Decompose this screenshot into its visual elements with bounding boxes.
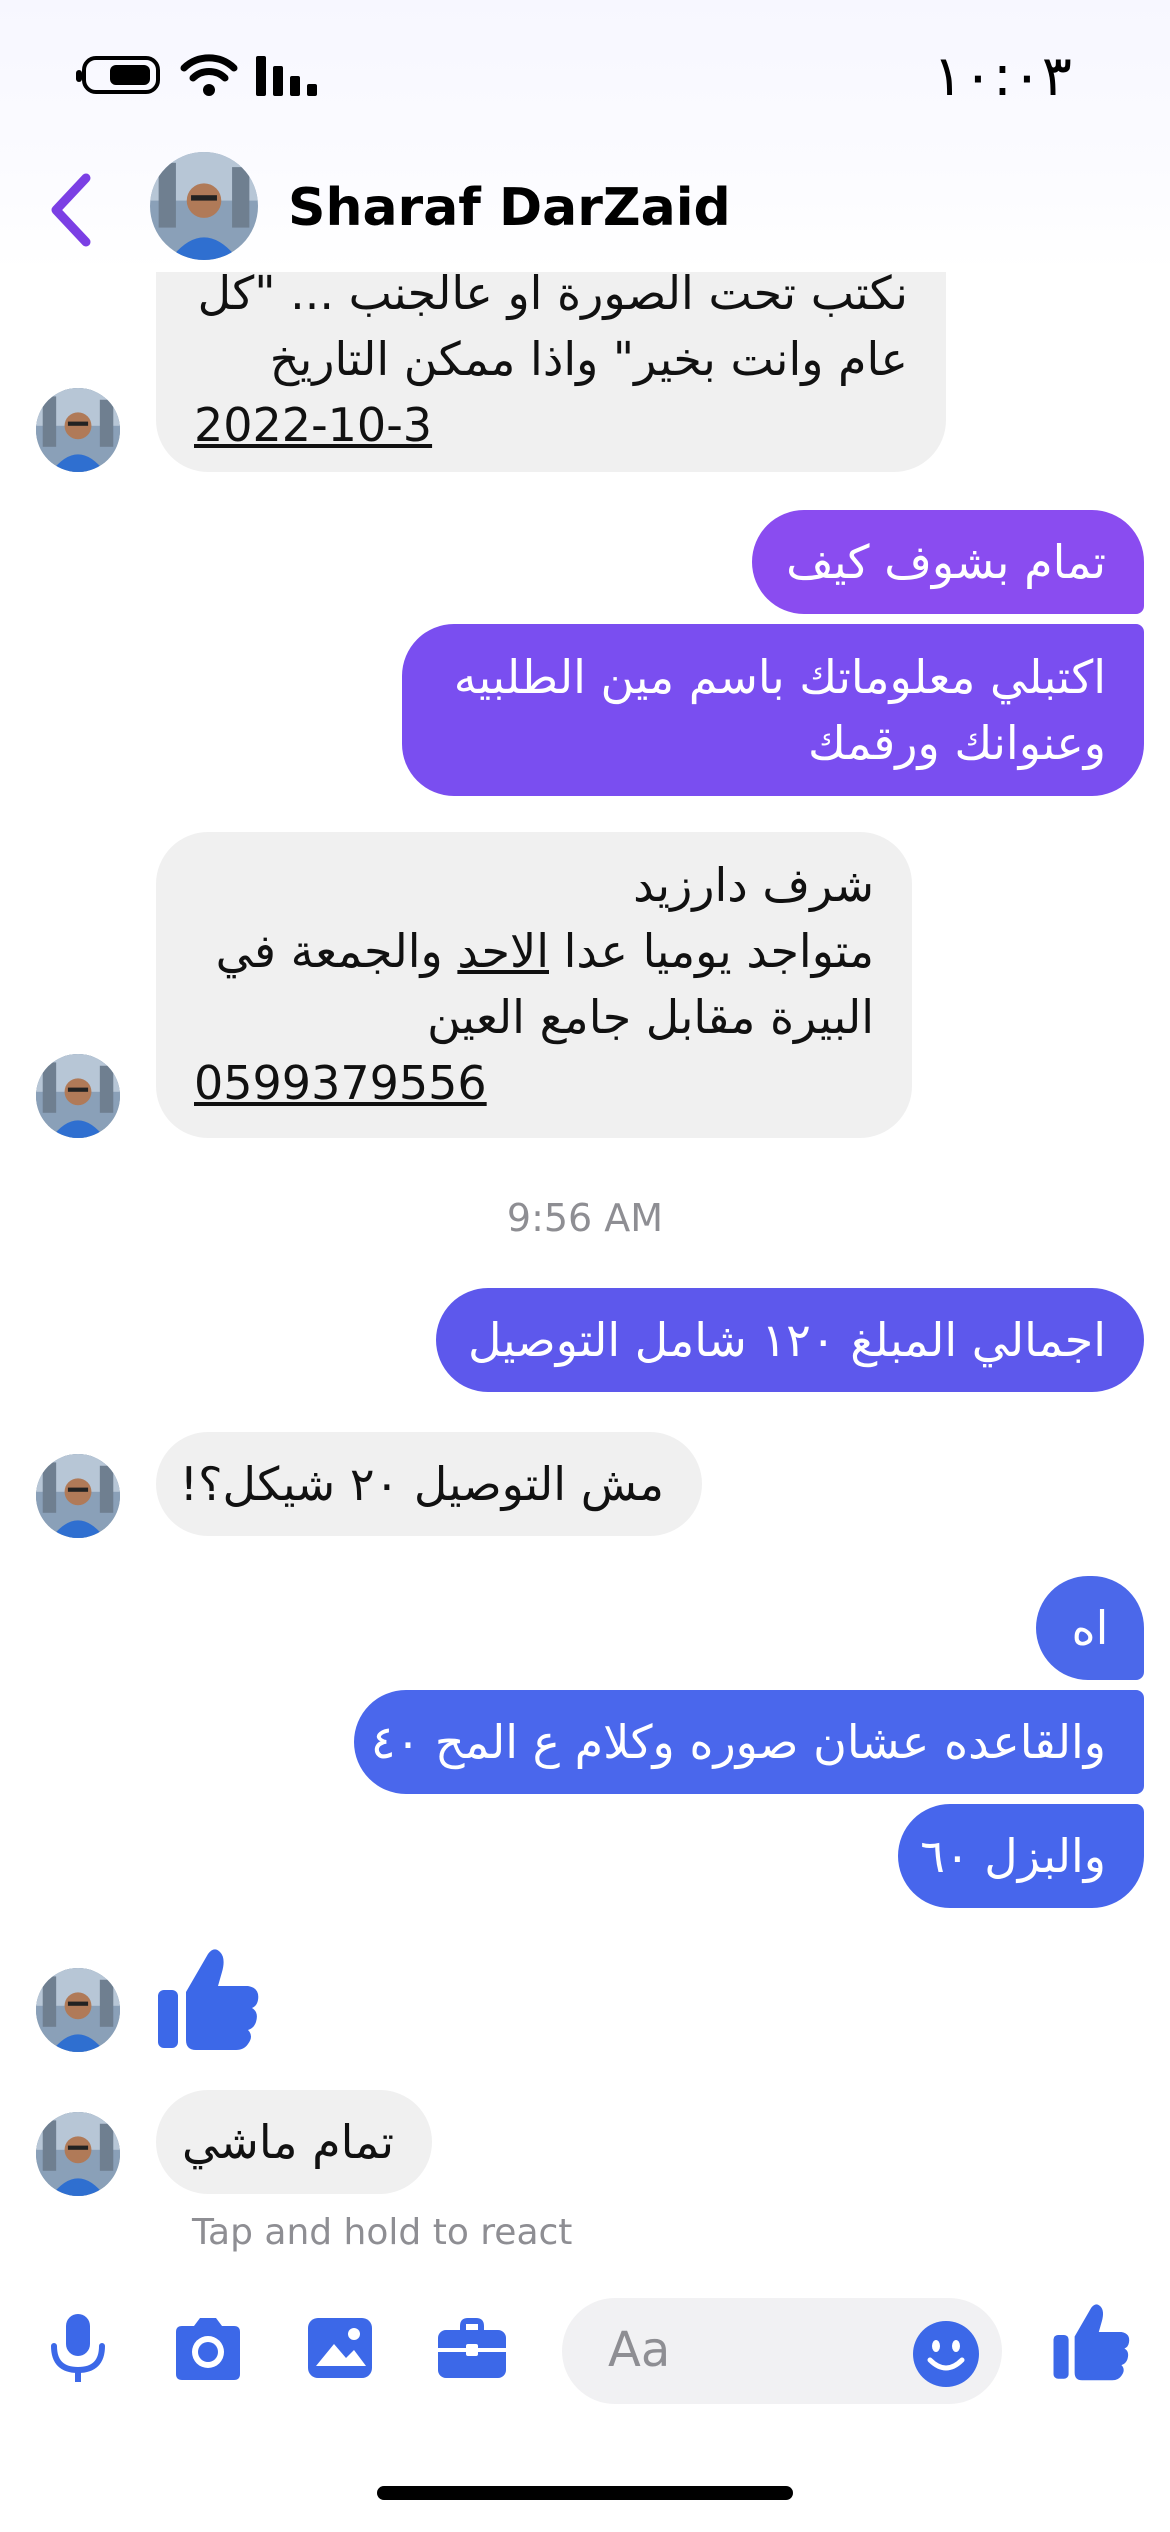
- wifi-icon: [180, 54, 238, 96]
- battery-icon: [76, 56, 160, 94]
- message-text: اجمالي المبلغ ١٢٠ شامل التوصيل: [467, 1313, 1106, 1367]
- like-send-icon[interactable]: [1052, 2300, 1132, 2382]
- thumbs-up-icon[interactable]: [156, 1944, 262, 2052]
- message-text: مش التوصيل ٢٠ شيكل؟!: [179, 1457, 664, 1511]
- sender-avatar[interactable]: [36, 388, 120, 472]
- sent-message-bubble[interactable]: والقاعده عشان صوره وكلام ع المح ٤٠: [354, 1690, 1144, 1794]
- sent-message-bubble[interactable]: اه: [1036, 1576, 1144, 1680]
- message-text: متواجد يوميا عدا الاحد والجمعة في: [215, 924, 874, 978]
- sender-avatar[interactable]: [36, 2112, 120, 2196]
- message-text: شرف دارزيد: [633, 858, 874, 912]
- message-text: تمام بشوف كيف: [786, 535, 1106, 589]
- sender-avatar[interactable]: [36, 1054, 120, 1138]
- chat-header: ١٠:٠٣ Sharaf DarZaid: [0, 0, 1170, 272]
- message-text: اه: [1071, 1601, 1109, 1655]
- contact-avatar[interactable]: [150, 152, 258, 260]
- message-text: وعنوانك ورقمك: [807, 716, 1106, 770]
- react-hint: Tap and hold to react: [192, 2212, 573, 2253]
- message-text: البيرة مقابل جامع العين: [427, 990, 874, 1044]
- home-indicator: [377, 2486, 793, 2500]
- sent-message-bubble[interactable]: تمام بشوف كيف: [752, 510, 1144, 614]
- gallery-icon[interactable]: [304, 2312, 376, 2384]
- sent-message-bubble[interactable]: اجمالي المبلغ ١٢٠ شامل التوصيل: [436, 1288, 1144, 1392]
- back-chevron-icon[interactable]: [42, 170, 102, 250]
- phone-link[interactable]: 0599379556: [194, 1050, 874, 1116]
- message-text: والقاعده عشان صوره وكلام ع المح ٤٠: [370, 1715, 1106, 1769]
- message-text: والبزل ٦٠: [920, 1829, 1106, 1883]
- microphone-icon[interactable]: [42, 2312, 114, 2384]
- briefcase-icon[interactable]: [436, 2312, 508, 2384]
- message-text: اكتبلي معلوماتك باسم مين الطلبيه: [453, 650, 1106, 704]
- sender-avatar[interactable]: [36, 1968, 120, 2052]
- message-timestamp: 9:56 AM: [506, 1196, 664, 1240]
- sender-avatar[interactable]: [36, 1454, 120, 1538]
- received-message-bubble[interactable]: تمام ماشي: [156, 2090, 432, 2194]
- message-text: عام وانت بخير" واذا ممكن التاريخ: [269, 332, 908, 386]
- status-time: ١٠:٠٣: [932, 44, 1072, 109]
- message-text: تمام ماشي: [181, 2115, 394, 2169]
- received-message-bubble[interactable]: مش التوصيل ٢٠ شيكل؟!: [156, 1432, 702, 1536]
- received-message-bubble[interactable]: شرف دارزيد متواجد يوميا عدا الاحد والجمع…: [156, 832, 912, 1138]
- sent-message-bubble[interactable]: اكتبلي معلوماتك باسم مين الطلبيه وعنوانك…: [402, 624, 1144, 796]
- camera-icon[interactable]: [172, 2312, 244, 2384]
- signal-icon: [256, 56, 317, 96]
- sent-message-bubble[interactable]: والبزل ٦٠: [898, 1804, 1144, 1908]
- message-input-placeholder: Aa: [608, 2322, 671, 2378]
- emoji-icon[interactable]: [910, 2318, 982, 2390]
- date-link[interactable]: 2022-10-3: [194, 392, 908, 458]
- contact-name[interactable]: Sharaf DarZaid: [288, 178, 731, 238]
- day-link[interactable]: الاحد: [457, 924, 549, 978]
